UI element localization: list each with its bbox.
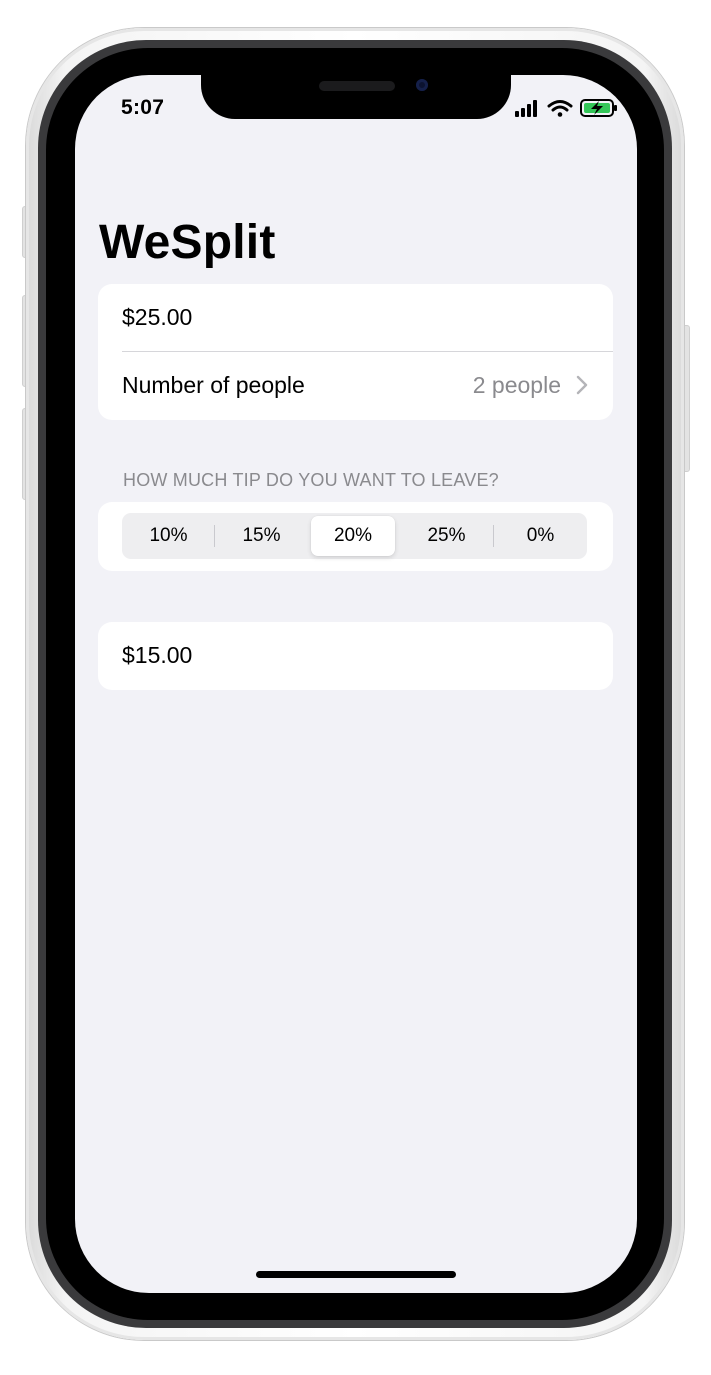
tip-segmented-control: 10% 15% 20% 25% 0%: [122, 513, 587, 559]
page-title: WeSplit: [99, 216, 276, 269]
people-label: Number of people: [122, 372, 305, 398]
cellular-signal-icon: [515, 100, 537, 117]
check-card: $25.00 Number of people 2 people: [98, 284, 613, 420]
tip-option-10[interactable]: 10%: [122, 513, 215, 559]
front-camera: [416, 79, 428, 91]
earpiece-speaker: [319, 81, 395, 91]
total-row: $15.00: [98, 622, 613, 689]
tip-card: 10% 15% 20% 25% 0%: [98, 502, 613, 571]
tip-option-25[interactable]: 25%: [400, 513, 493, 559]
tip-section-header: HOW MUCH TIP DO YOU WANT TO LEAVE?: [123, 470, 499, 490]
chevron-right-icon: [576, 375, 588, 395]
amount-per-person: $15.00: [122, 642, 193, 668]
check-amount-field[interactable]: $25.00: [98, 284, 613, 351]
notch: [201, 75, 511, 119]
battery-charging-icon: [580, 99, 617, 117]
check-amount-value[interactable]: $25.00: [122, 304, 192, 331]
people-picker-row[interactable]: Number of people 2 people: [98, 352, 613, 419]
status-time: 5:07: [121, 96, 165, 119]
people-value: 2 people: [472, 372, 561, 398]
status-icons: [513, 98, 623, 118]
device-frame: 5:07 WeSplit $25.00 Number of people 2 p…: [0, 0, 711, 1375]
tip-option-15[interactable]: 15%: [215, 513, 308, 559]
screen: 5:07 WeSplit $25.00 Number of people 2 p…: [75, 75, 637, 1293]
tip-option-0[interactable]: 0%: [494, 513, 587, 559]
total-card: $15.00: [98, 622, 613, 690]
wifi-icon: [547, 100, 573, 117]
tip-option-20[interactable]: 20%: [311, 516, 395, 556]
home-indicator[interactable]: [256, 1271, 456, 1278]
